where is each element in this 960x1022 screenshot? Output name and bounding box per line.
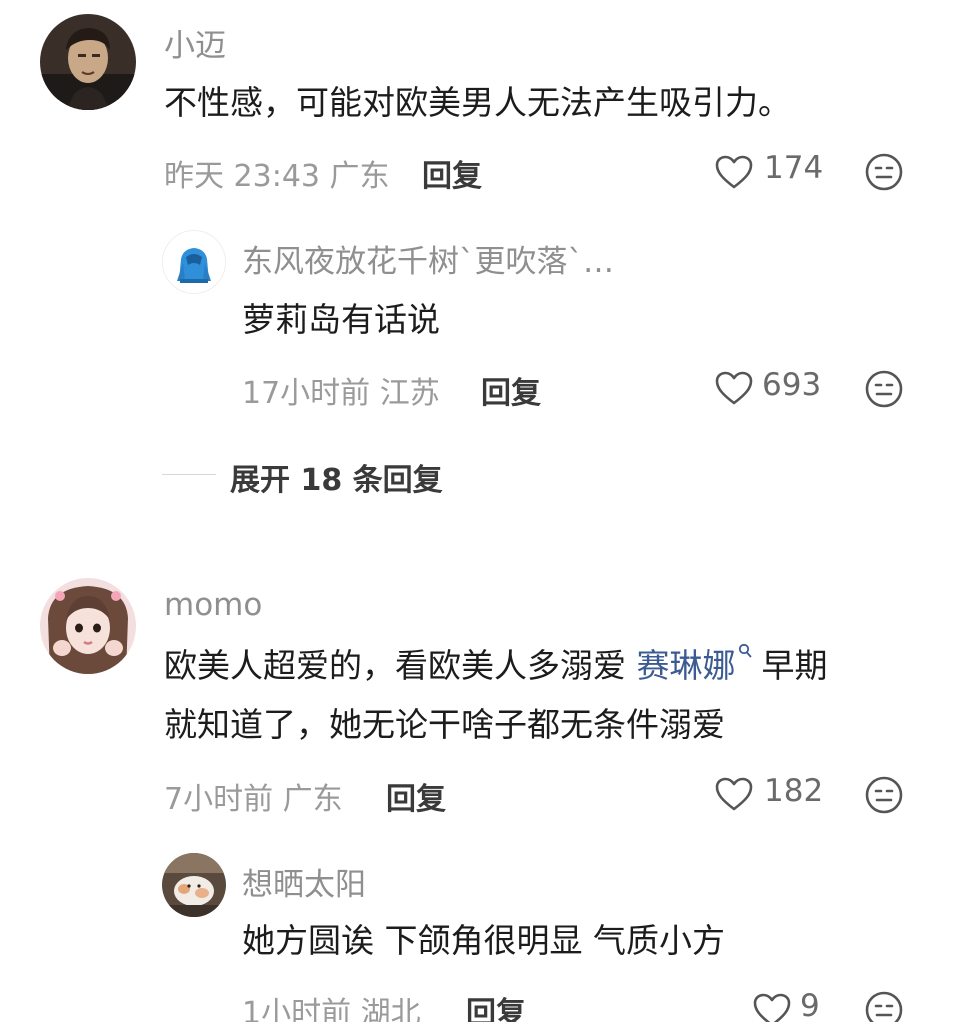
like-count: 9 (800, 988, 820, 1022)
comment-username[interactable]: momo (164, 587, 262, 623)
expand-replies-label[interactable]: 展开 18 条回复 (230, 455, 443, 499)
comment-text-line: 就知道了，她无论干啥子都无条件溺爱 (164, 705, 725, 744)
avatar[interactable] (162, 853, 226, 917)
heart-icon[interactable] (752, 992, 792, 1022)
face-emoji-icon[interactable] (864, 152, 904, 192)
like-count: 174 (764, 150, 824, 186)
reply-text: 萝莉岛有话说 (242, 300, 440, 339)
comment-text-line: 欧美人超爱的，看欧美人多溺爱 赛琳娜 早期 (164, 635, 828, 697)
reply-username[interactable]: 东风夜放花千树`更吹落`… (242, 236, 614, 281)
reply-text: 她方圆诶 下颌角很明显 气质小方 (242, 921, 725, 960)
reply-button[interactable]: 回复 (466, 988, 526, 1022)
comment-username[interactable]: 小迈 (164, 20, 226, 65)
comment-time-location: 7小时前 广东 (164, 782, 343, 817)
comment-time-location: 昨天 23:43 广东 (164, 159, 390, 194)
search-icon[interactable] (738, 643, 752, 659)
reply-button[interactable]: 回复 (386, 774, 446, 818)
face-emoji-icon[interactable] (864, 775, 904, 815)
man-portrait-avatar-icon (40, 14, 136, 110)
avatar[interactable] (162, 230, 226, 294)
like-count: 693 (762, 367, 822, 403)
avatar[interactable] (40, 578, 136, 674)
reply-button[interactable]: 回复 (481, 368, 541, 412)
comment-text-part: 欧美人超爱的，看欧美人多溺爱 (164, 646, 637, 685)
reply-time-location: 17小时前 江苏 (242, 376, 440, 411)
face-emoji-icon[interactable] (864, 369, 904, 409)
reply-button[interactable]: 回复 (422, 151, 482, 195)
reply-username[interactable]: 想晒太阳 (242, 859, 366, 904)
mention-link[interactable]: 赛琳娜 (637, 646, 736, 685)
face-emoji-icon[interactable] (864, 990, 904, 1022)
heart-icon[interactable] (714, 370, 754, 406)
reply-time-location: 1小时前 湖北 (242, 996, 421, 1022)
comment-text-part: 早期 (761, 646, 828, 685)
comment-text: 不性感，可能对欧美男人无法产生吸引力。 (164, 83, 791, 122)
cat-photo-avatar-icon (162, 853, 226, 917)
heart-icon[interactable] (714, 154, 754, 190)
expand-divider (162, 474, 216, 475)
girl-portrait-avatar-icon (40, 578, 136, 674)
blue-hoodie-avatar-icon (163, 231, 225, 293)
avatar[interactable] (40, 14, 136, 110)
heart-icon[interactable] (714, 776, 754, 812)
like-count: 182 (764, 773, 824, 809)
